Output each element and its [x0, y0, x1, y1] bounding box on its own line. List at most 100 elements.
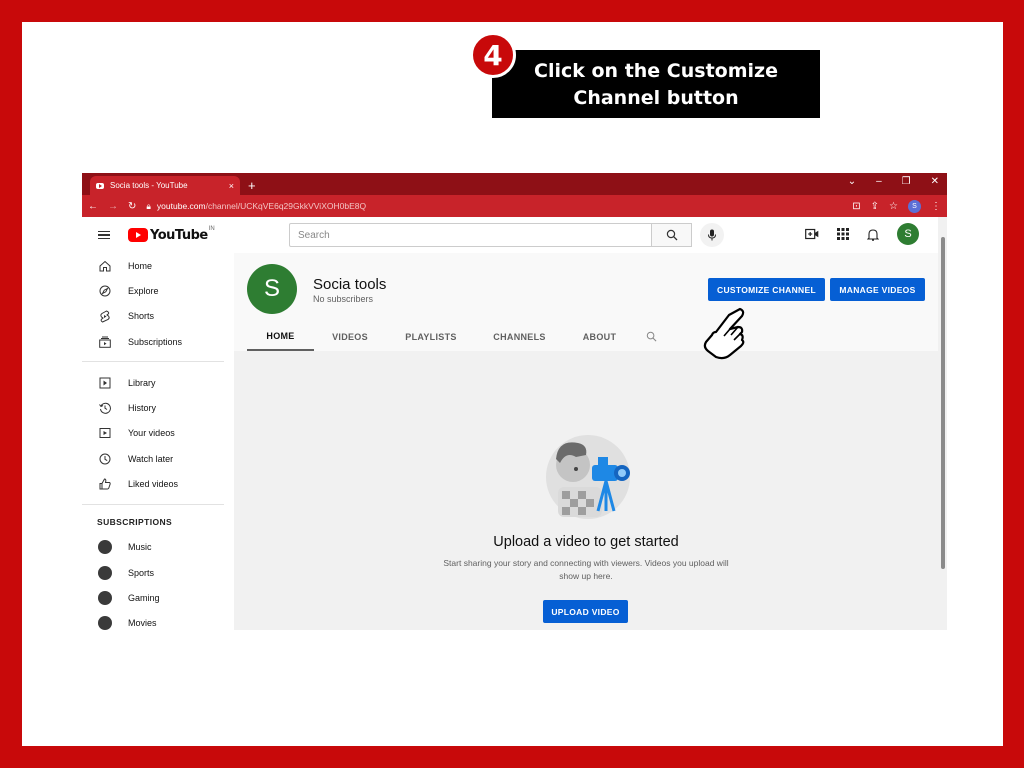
tab-search-icon[interactable]: ⌄	[848, 176, 856, 187]
reload-icon[interactable]: ↻	[128, 201, 136, 212]
tab-playlists[interactable]: PLAYLISTS	[386, 322, 476, 351]
create-video-icon[interactable]	[805, 228, 819, 240]
library-icon	[98, 376, 112, 390]
menu-icon[interactable]	[98, 230, 110, 240]
your-videos-icon	[98, 426, 112, 440]
sidebar-item-label: History	[128, 403, 157, 414]
sidebar-item-watch-later[interactable]: Watch later	[82, 446, 234, 471]
scrollbar-thumb[interactable]	[941, 237, 945, 569]
url-domain: youtube.com	[156, 201, 206, 211]
sidebar-item-label: Subscriptions	[128, 336, 183, 347]
sidebar-item-liked-videos[interactable]: Liked videos	[82, 471, 234, 496]
empty-state-description: Start sharing your story and connecting …	[443, 558, 729, 581]
install-app-icon[interactable]: ⊡	[852, 201, 860, 212]
channel-name: Socia tools	[313, 276, 387, 293]
empty-state: Upload a video to get started Start shar…	[234, 351, 938, 630]
sidebar-item-library[interactable]: Library	[82, 370, 234, 395]
sidebar-item-label: Watch later	[128, 453, 174, 464]
tab-videos[interactable]: VIDEOS	[314, 322, 386, 351]
customize-channel-button[interactable]: CUSTOMIZE CHANNEL	[708, 278, 825, 301]
sidebar-item-your-videos[interactable]: Your videos	[82, 421, 234, 446]
subscription-item-gaming[interactable]: Gaming	[82, 585, 234, 610]
sports-channel-icon	[98, 565, 112, 580]
subscriber-count: No subscribers	[313, 294, 374, 304]
channel-page: S Socia tools No subscribers CUSTOMIZE C…	[234, 253, 938, 630]
youtube-play-icon	[128, 228, 148, 242]
sidebar-item-label: Music	[128, 542, 152, 553]
browser-tab[interactable]: Socia tools - YouTube ×	[90, 176, 240, 195]
sidebar-item-explore[interactable]: Explore	[82, 278, 234, 303]
sidebar-item-home[interactable]: Home	[82, 253, 234, 278]
sidebar-item-subscriptions[interactable]: Subscriptions	[82, 329, 234, 354]
sidebar-item-label: Explore	[128, 285, 159, 296]
subscription-item-music[interactable]: Music	[82, 535, 234, 560]
subscriptions-icon	[98, 335, 112, 349]
sidebar-item-label: Library	[128, 377, 156, 388]
profile-icon[interactable]: S	[908, 199, 921, 213]
tab-close-icon[interactable]: ×	[229, 181, 234, 191]
window-controls: ⌄ – ❐ ✕	[848, 176, 939, 187]
search-icon	[666, 229, 677, 241]
manage-videos-button[interactable]: MANAGE VIDEOS	[830, 278, 925, 301]
sidebar-item-label: Shorts	[128, 311, 155, 322]
share-icon[interactable]: ⇪	[871, 201, 879, 212]
browser-window: Socia tools - YouTube × + ⌄ – ❐ ✕ ← → ↻ …	[82, 173, 947, 630]
minimize-icon[interactable]: –	[876, 176, 882, 187]
forward-icon[interactable]: →	[108, 201, 118, 212]
account-avatar[interactable]: S	[897, 223, 919, 245]
compass-icon	[98, 284, 112, 298]
sidebar-item-label: Movies	[128, 618, 157, 629]
youtube-header: YouTube IN Search S	[82, 217, 947, 253]
movies-channel-icon	[98, 616, 112, 630]
sidebar-divider	[82, 503, 224, 505]
bookmark-star-icon[interactable]: ☆	[889, 201, 898, 212]
search-input[interactable]: Search	[289, 223, 652, 247]
channel-tabs: HOME VIDEOS PLAYLISTS CHANNELS ABOUT	[247, 322, 657, 351]
sidebar-divider	[82, 361, 224, 363]
close-window-icon[interactable]: ✕	[931, 176, 939, 187]
voice-search-button[interactable]	[700, 223, 724, 247]
microphone-icon	[708, 229, 716, 241]
search-button[interactable]	[652, 223, 692, 247]
channel-avatar[interactable]: S	[247, 264, 297, 314]
subscription-item-movies[interactable]: Movies	[82, 611, 234, 630]
video-creator-illustration	[546, 435, 630, 519]
tab-title: Socia tools - YouTube	[110, 181, 188, 190]
channel-header: S Socia tools No subscribers CUSTOMIZE C…	[234, 253, 938, 351]
shorts-icon	[98, 309, 112, 323]
new-tab-button[interactable]: +	[248, 178, 256, 193]
sidebar-item-label: Liked videos	[128, 479, 179, 490]
notifications-bell-icon[interactable]	[867, 228, 879, 241]
sidebar-item-label: Sports	[128, 567, 155, 578]
subscription-item-sports[interactable]: Sports	[82, 560, 234, 585]
instruction-line-2: Channel button	[573, 87, 739, 109]
upload-video-button[interactable]: UPLOAD VIDEO	[543, 600, 628, 623]
sidebar-item-shorts[interactable]: Shorts	[82, 304, 234, 329]
logo-wordmark: YouTube	[150, 227, 208, 243]
page-scrollbar[interactable]	[938, 217, 947, 630]
search-bar: Search	[289, 223, 724, 247]
step-number-badge: 4	[470, 32, 516, 78]
sidebar-item-history[interactable]: History	[82, 395, 234, 420]
sidebar: Home Explore Shorts Subscriptions Librar…	[82, 253, 234, 630]
youtube-favicon-icon	[96, 182, 104, 189]
youtube-logo[interactable]: YouTube IN	[128, 226, 215, 243]
instruction-line-1: Click on the Customize	[534, 60, 778, 82]
url-field[interactable]: 🔒︎ youtube.com/channel/UCKqVE6q29GkkVViX…	[146, 201, 366, 212]
clock-icon	[98, 452, 112, 466]
history-icon	[98, 401, 112, 415]
music-channel-icon	[98, 540, 112, 555]
thumbs-up-icon	[98, 477, 112, 491]
home-icon	[98, 259, 112, 273]
tab-about[interactable]: ABOUT	[563, 322, 636, 351]
channel-search-button[interactable]	[646, 322, 657, 351]
more-menu-icon[interactable]: ⋮	[931, 201, 941, 212]
tab-home[interactable]: HOME	[247, 322, 314, 351]
restore-icon[interactable]: ❐	[902, 176, 911, 187]
instruction-callout: Click on the Customize Channel button	[492, 50, 820, 118]
tab-channels[interactable]: CHANNELS	[476, 322, 563, 351]
subscriptions-heading: SUBSCRIPTIONS	[97, 516, 173, 527]
back-icon[interactable]: ←	[88, 201, 98, 212]
tab-strip: Socia tools - YouTube × + ⌄ – ❐ ✕	[82, 173, 947, 195]
apps-grid-icon[interactable]	[837, 228, 849, 240]
